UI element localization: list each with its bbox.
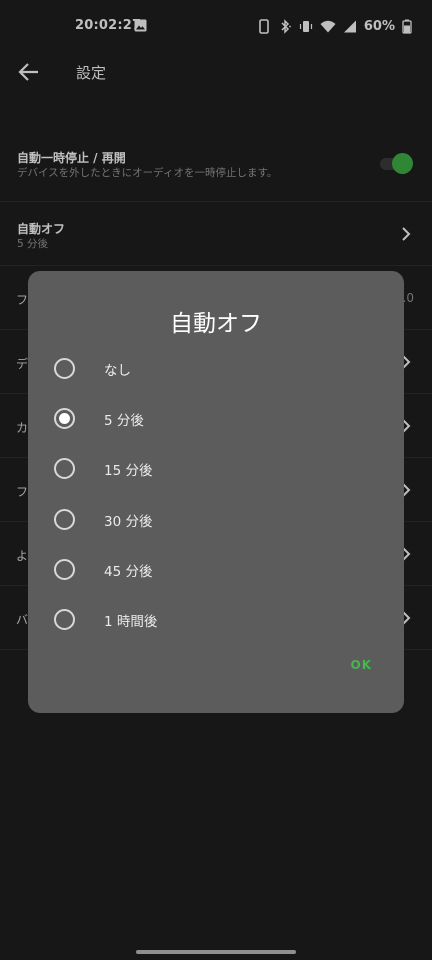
auto-off-dialog: 自動オフ なし 5 分後 15 分後 30 分後 45 分後 1 時間後 OK	[28, 271, 404, 713]
dialog-title: 自動オフ	[170, 311, 262, 337]
radio-button[interactable]	[54, 458, 75, 479]
home-indicator[interactable]	[136, 950, 296, 954]
radio-button[interactable]	[54, 358, 75, 379]
option-label: 15 分後	[104, 463, 153, 479]
option-label: 5 分後	[104, 413, 144, 429]
option-30-min[interactable]: 30 分後	[28, 497, 404, 541]
radio-button[interactable]	[54, 609, 75, 630]
option-label: 45 分後	[104, 564, 153, 580]
option-45-min[interactable]: 45 分後	[28, 547, 404, 591]
radio-button-selected[interactable]	[54, 408, 75, 429]
ok-button[interactable]: OK	[351, 658, 373, 672]
option-1-hour[interactable]: 1 時間後	[28, 597, 404, 641]
option-label: 30 分後	[104, 514, 153, 530]
option-5-min[interactable]: 5 分後	[28, 396, 404, 440]
option-label: なし	[104, 363, 131, 379]
option-15-min[interactable]: 15 分後	[28, 446, 404, 490]
option-none[interactable]: なし	[28, 346, 404, 390]
radio-button[interactable]	[54, 509, 75, 530]
option-label: 1 時間後	[104, 614, 158, 630]
radio-button[interactable]	[54, 559, 75, 580]
